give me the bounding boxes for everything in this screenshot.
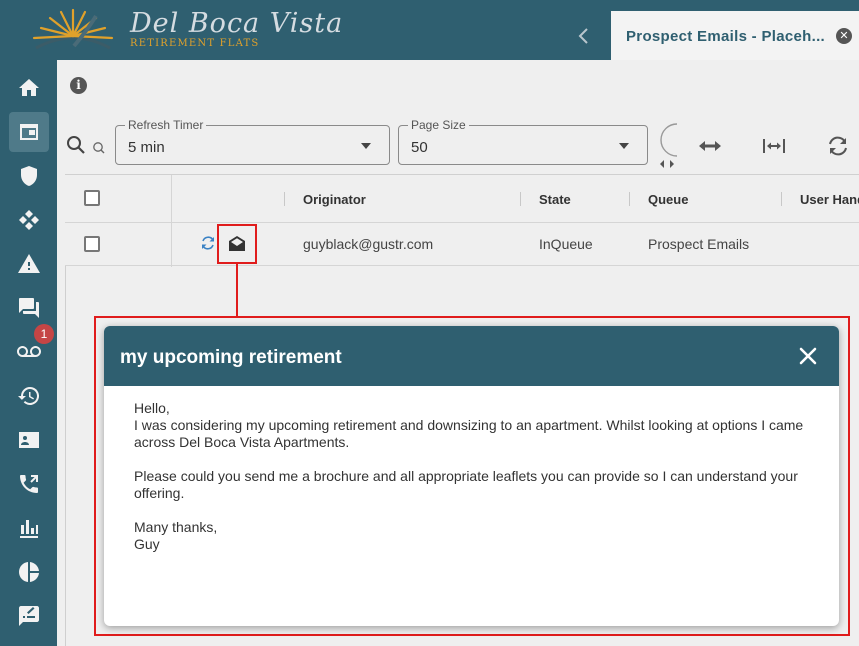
chat-icon (19, 298, 39, 318)
sidebar-item-contacts[interactable] (9, 420, 49, 460)
pie-chart-icon (19, 562, 39, 582)
brand-logo: Del Boca Vista RETIREMENT FLATS (28, 6, 342, 54)
history-icon (18, 386, 40, 405)
page-size-value: 50 (411, 139, 428, 156)
toolbar-scroll-arrows[interactable] (655, 122, 679, 172)
fit-width-button[interactable] (761, 136, 787, 156)
column-separator (520, 192, 521, 206)
email-signoff: Many thanks, (134, 519, 218, 535)
sidebar-item-transfer[interactable] (9, 464, 49, 504)
fit-width-icon (763, 139, 785, 153)
voicemail-icon (17, 346, 41, 357)
open-email-button[interactable] (217, 224, 257, 264)
sidebar-item-workspace[interactable] (9, 112, 49, 152)
tab-label: Prospect Emails - Placeh... (626, 28, 826, 45)
expand-horizontal-button[interactable] (697, 136, 723, 156)
interactions-table: Originator State Queue User Hand guyblac (65, 174, 859, 267)
sidebar-item-network[interactable] (9, 200, 49, 240)
feedback-icon (19, 606, 39, 626)
sync-status-icon[interactable] (200, 235, 216, 251)
search-button[interactable] (65, 134, 109, 158)
open-envelope-icon (229, 236, 245, 251)
select-all-checkbox[interactable] (84, 190, 100, 206)
annotation-connector (236, 262, 238, 316)
sidebar-item-history[interactable] (9, 376, 49, 416)
tab-prospect-emails[interactable]: Prospect Emails - Placeh... ✕ (611, 11, 859, 60)
caret-down-icon (361, 143, 371, 149)
network-diamond-icon (19, 210, 39, 230)
sidebar-item-feedback[interactable] (9, 596, 49, 636)
cell-originator: guyblack@gustr.com (303, 236, 434, 252)
table-row[interactable]: guyblack@gustr.com InQueue Prospect Emai… (65, 223, 859, 266)
sidebar-item-chat[interactable] (9, 288, 49, 328)
trend-chart-icon (20, 520, 38, 538)
shield-icon (21, 166, 37, 186)
sidebar-item-home[interactable] (9, 68, 49, 108)
email-signature: Guy (134, 536, 160, 552)
collapse-chevron-button[interactable] (574, 24, 594, 48)
home-icon (19, 79, 39, 96)
column-separator (781, 192, 782, 206)
window-icon (20, 124, 38, 140)
dialog-title: my upcoming retirement (120, 347, 342, 368)
cell-state: InQueue (539, 236, 593, 252)
email-paragraph: I was considering my upcoming retirement… (134, 417, 804, 450)
contact-card-icon (19, 432, 39, 448)
column-header-state[interactable]: State (539, 192, 571, 207)
column-header-user-handler[interactable]: User Hand (800, 192, 859, 207)
phone-forward-icon (20, 475, 38, 493)
email-preview-dialog: my upcoming retirement Hello, I was cons… (104, 326, 839, 626)
info-icon[interactable]: i (70, 77, 87, 94)
column-header-queue[interactable]: Queue (648, 192, 688, 207)
caret-down-icon (619, 143, 629, 149)
sunrise-logo-icon (32, 8, 114, 50)
email-greeting: Hello, (134, 400, 170, 416)
email-paragraph: Please could you send me a brochure and … (134, 468, 798, 501)
refresh-timer-select[interactable]: Refresh Timer 5 min (115, 118, 390, 165)
close-icon (799, 347, 817, 365)
refresh-timer-value: 5 min (128, 139, 165, 156)
top-bar: Del Boca Vista RETIREMENT FLATS Prospect… (0, 0, 859, 60)
table-header: Originator State Queue User Hand (65, 175, 859, 223)
sidebar-item-alerts[interactable] (9, 244, 49, 284)
column-header-originator[interactable]: Originator (303, 192, 366, 207)
tab-close-icon[interactable]: ✕ (836, 28, 852, 44)
refresh-button[interactable] (825, 136, 851, 156)
email-body: Hello, I was considering my upcoming ret… (134, 400, 824, 553)
sync-icon (829, 136, 847, 156)
toolbar-scroll-arrows-icon (660, 123, 678, 168)
sidebar-item-analytics[interactable] (9, 508, 49, 548)
row-checkbox[interactable] (84, 236, 100, 252)
chevron-left-icon (578, 28, 588, 44)
voicemail-count-badge: 1 (34, 324, 54, 344)
dialog-close-button[interactable] (798, 346, 818, 366)
sidebar-item-security[interactable] (9, 156, 49, 196)
panel-edge (65, 266, 66, 646)
dialog-header: my upcoming retirement (104, 326, 839, 386)
sidebar-item-reports[interactable] (9, 552, 49, 592)
column-separator (629, 192, 630, 206)
page-size-select[interactable]: Page Size 50 (398, 118, 648, 165)
sidebar: 1 (0, 60, 57, 646)
arrows-horizontal-icon (699, 141, 721, 151)
brand-name: Del Boca Vista (130, 8, 344, 39)
column-separator (284, 192, 285, 206)
cell-queue: Prospect Emails (648, 236, 750, 252)
warning-icon (18, 254, 40, 273)
search-icon (67, 136, 105, 154)
page-size-label: Page Size (408, 118, 469, 132)
brand-tagline: RETIREMENT FLATS (130, 38, 260, 49)
refresh-timer-label: Refresh Timer (125, 118, 207, 132)
